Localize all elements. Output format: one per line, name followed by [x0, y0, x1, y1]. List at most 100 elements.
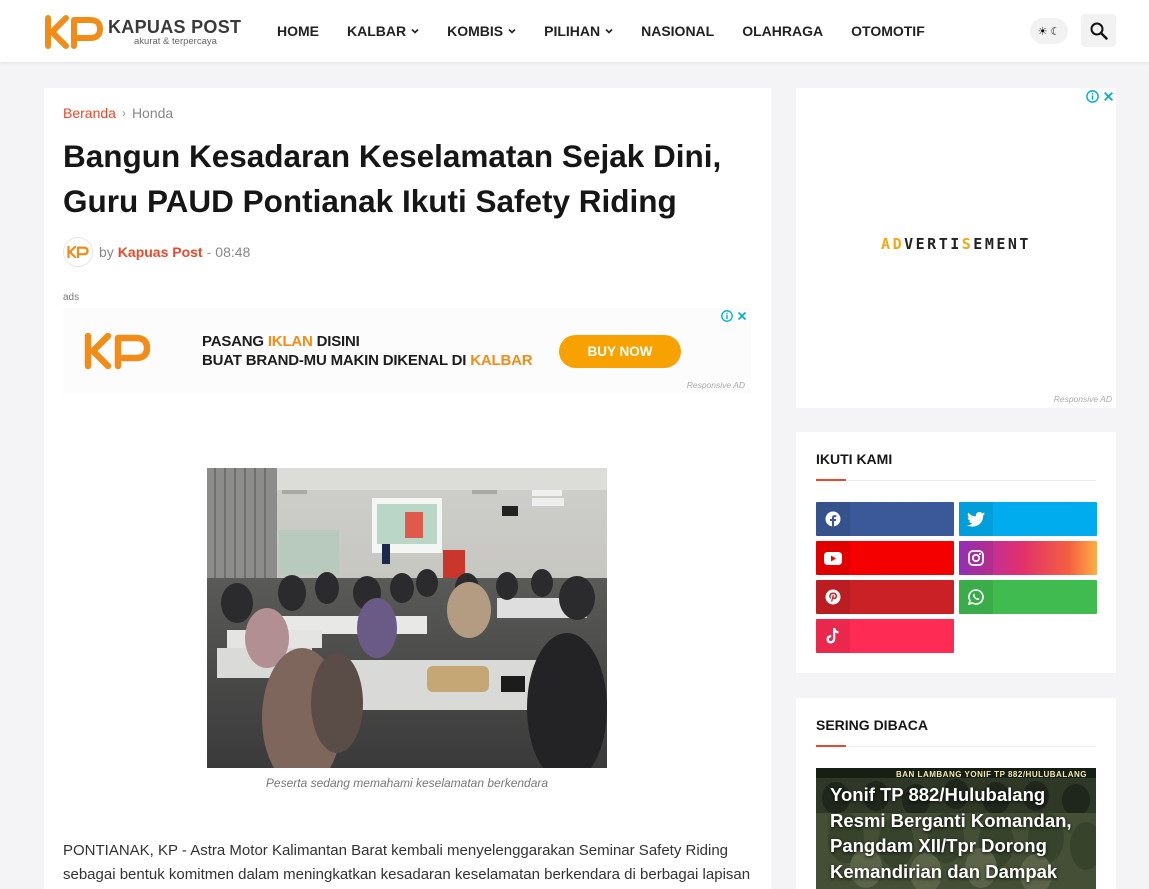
meta-by: by [99, 244, 114, 260]
nav-home[interactable]: HOME [263, 23, 333, 39]
logo-tagline: akurat & terpercaya [134, 35, 217, 47]
advertisement-letter: E [973, 235, 985, 253]
search-icon [1090, 22, 1108, 40]
logo-name: KAPUAS POST [108, 16, 242, 37]
advertisement-letter: T [1019, 235, 1031, 253]
advertisement-letter: V [904, 235, 916, 253]
image-caption: Peserta sedang memahami keselamatan berk… [265, 776, 549, 790]
widget-title: SERING DIBACA [816, 717, 929, 733]
close-icon [737, 311, 747, 321]
tiktok-button[interactable] [816, 619, 954, 653]
instagram-button[interactable] [959, 541, 1097, 575]
article-title: Bangun Kesadaran Keselamatan Sejak Dini,… [63, 138, 722, 219]
advertisement-letter: R [927, 235, 939, 253]
breadcrumb: Beranda › Honda [63, 105, 173, 121]
twitter-icon [959, 502, 993, 536]
ads-label: ads [63, 292, 80, 303]
article-card: Beranda › Honda Bangun Kesadaran Keselam… [44, 88, 771, 889]
author-avatar[interactable] [63, 237, 93, 267]
article-image[interactable] [207, 468, 607, 768]
publish-time: 08:48 [215, 244, 251, 260]
sun-moon-icon: ☀ ☾ [1037, 25, 1061, 38]
info-icon [1086, 90, 1099, 103]
advertisement-letter: I [950, 235, 962, 253]
sidebar-ad[interactable]: ADVERTISEMENT Responsive AD [796, 88, 1116, 408]
chevron-down-icon [605, 28, 613, 34]
nav-olahraga-label: OLAHRAGA [742, 23, 824, 39]
advertisement-letter: A [881, 235, 893, 253]
author-link[interactable]: Kapuas Post [118, 244, 203, 260]
twitter-button[interactable] [959, 502, 1097, 536]
breadcrumb-current[interactable]: Honda [132, 105, 173, 121]
main-nav: HOME KALBAR KOMBIS PILIHAN NASIONAL OLAH… [263, 0, 939, 62]
nav-home-label: HOME [277, 23, 319, 39]
facebook-button[interactable] [816, 502, 954, 536]
follow-widget: IKUTI KAMI [796, 432, 1116, 673]
ad-text: PASANG IKLAN DISINI BUAT BRAND-MU MAKIN … [202, 332, 533, 370]
nav-nasional[interactable]: NASIONAL [627, 23, 728, 39]
article-meta: by Kapuas Post - 08:48 [63, 237, 250, 267]
ad-responsive-label: Responsive AD [1053, 394, 1112, 404]
nav-pilihan[interactable]: PILIHAN [530, 23, 627, 39]
close-icon [1104, 92, 1113, 101]
advertisement-text: ADVERTISEMENT [796, 235, 1116, 253]
title-underline [816, 479, 1096, 481]
ad-line2-highlight: KALBAR [470, 352, 533, 369]
classroom-photo [207, 468, 607, 768]
chevron-down-icon [411, 28, 419, 34]
nav-nasional-label: NASIONAL [641, 23, 715, 39]
popular-post-title[interactable]: Yonif TP 882/Hulubalang Resmi Berganti K… [830, 782, 1080, 884]
pinterest-button[interactable] [816, 580, 954, 614]
nav-kombis-label: KOMBIS [447, 23, 504, 39]
advertisement-letter: M [984, 235, 997, 253]
site-logo[interactable]: KAPUAS POST akurat & terpercaya [44, 12, 249, 52]
kp-logo-icon [84, 332, 151, 370]
site-header: KAPUAS POST akurat & terpercaya HOME KAL… [0, 0, 1149, 62]
advertisement-letter: D [892, 235, 905, 253]
buy-now-button[interactable]: BUY NOW [559, 335, 681, 368]
nav-kalbar[interactable]: KALBAR [333, 23, 433, 39]
popular-banner-text: BAN LAMBANG YONIF TP 882/HULUBALANG [896, 770, 1087, 779]
ad-responsive-label: Responsive AD [686, 380, 745, 390]
ad-line1-highlight: IKLAN [267, 333, 313, 350]
instagram-icon [959, 541, 993, 575]
whatsapp-icon [959, 580, 993, 614]
widget-title: IKUTI KAMI [816, 451, 893, 467]
meta-separator: - [206, 244, 212, 260]
youtube-button[interactable] [816, 541, 954, 575]
advertisement-letter: T [938, 235, 951, 253]
ad-choices[interactable] [721, 310, 747, 322]
nav-otomotif[interactable]: OTOMOTIF [837, 23, 939, 39]
nav-olahraga[interactable]: OLAHRAGA [728, 23, 837, 39]
title-underline [816, 745, 1096, 747]
nav-otomotif-label: OTOMOTIF [851, 23, 925, 39]
kp-logo-icon [45, 15, 103, 49]
advertisement-letter: E [996, 235, 1008, 253]
ad-line1-pre: PASANG [202, 333, 268, 350]
nav-pilihan-label: PILIHAN [544, 23, 601, 39]
advertisement-letter: S [961, 235, 974, 253]
ad-line2-pre: BUAT BRAND-MU MAKIN DIKENAL DI [202, 352, 471, 369]
popular-widget: SERING DIBACA BAN LAMBANG YONIF TP 882/H… [796, 698, 1116, 889]
popular-post-card[interactable]: BAN LAMBANG YONIF TP 882/HULUBALANG Yoni… [816, 768, 1096, 889]
advertisement-letter: N [1007, 235, 1020, 253]
advertisement-letter: E [915, 235, 928, 253]
tiktok-icon [816, 619, 850, 653]
theme-toggle[interactable]: ☀ ☾ [1030, 18, 1068, 44]
chevron-down-icon [508, 28, 516, 34]
breadcrumb-home[interactable]: Beranda [63, 105, 116, 121]
article-body: PONTIANAK, KP - Astra Motor Kalimantan B… [63, 842, 751, 883]
info-icon [721, 310, 733, 322]
chevron-right-icon: › [121, 106, 126, 120]
nav-kombis[interactable]: KOMBIS [433, 23, 530, 39]
search-button[interactable] [1081, 14, 1116, 47]
facebook-icon [816, 502, 850, 536]
ad-banner[interactable]: PASANG IKLAN DISINI BUAT BRAND-MU MAKIN … [63, 308, 751, 394]
youtube-icon [816, 541, 850, 575]
nav-kalbar-label: KALBAR [347, 23, 407, 39]
whatsapp-button[interactable] [959, 580, 1097, 614]
ad-choices[interactable] [1086, 90, 1114, 103]
pinterest-icon [816, 580, 850, 614]
kp-logo-icon [67, 245, 89, 259]
ad-line1-post: DISINI [312, 333, 360, 350]
